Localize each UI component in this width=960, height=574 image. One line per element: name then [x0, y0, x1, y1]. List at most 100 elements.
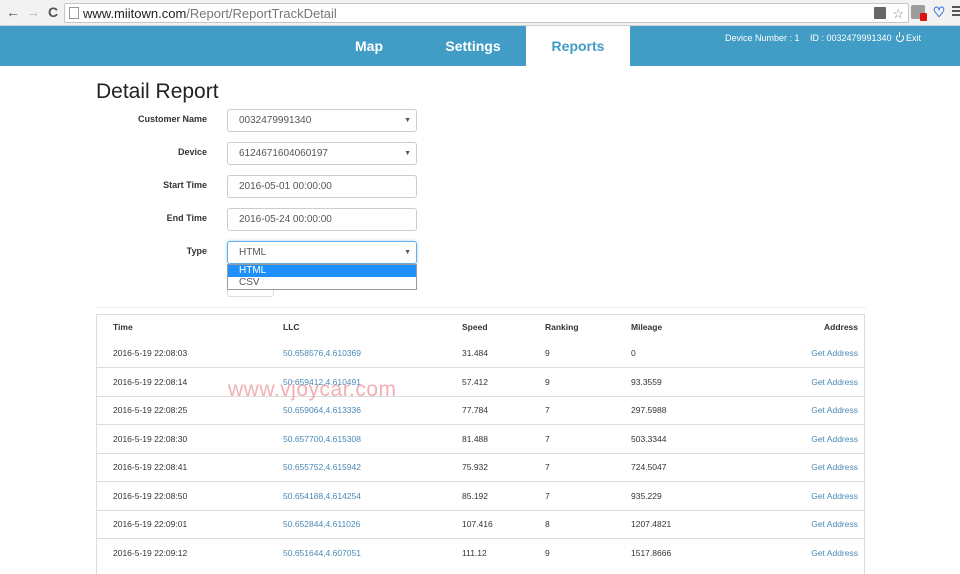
table-cell: 724.5047 [631, 452, 751, 482]
get-address-link[interactable]: Get Address [811, 548, 858, 558]
table-cell: 50.652844,4.611026 [283, 509, 462, 539]
table-cell: 8 [545, 509, 631, 539]
cell-ranking: 9 [545, 548, 550, 558]
get-address-link[interactable]: Get Address [811, 491, 858, 501]
cell-mileage: 503.3344 [631, 433, 667, 444]
llc-link[interactable]: 50.657700,4.615308 [283, 434, 361, 444]
url-text[interactable]: www.miitown.com/Report/ReportTrackDetail [83, 6, 337, 21]
get-address-link[interactable]: Get Address [811, 434, 858, 444]
exit-button[interactable]: Exit [896, 32, 921, 43]
column-header-ranking[interactable]: Ranking [545, 315, 631, 339]
extension-icon[interactable] [911, 5, 927, 21]
table-cell: 50.658576,4.610369 [283, 339, 462, 368]
table-cell: Get Address [751, 367, 864, 396]
column-header-llc[interactable]: LLC [283, 315, 462, 339]
report-table-container: Time LLC Speed Ranking Mileage Address 2… [96, 314, 865, 574]
table-cell: 85.192 [462, 481, 545, 510]
table-cell: 503.3344 [631, 424, 751, 453]
table-cell: 81.488 [462, 424, 545, 453]
device-number: Device Number : 1 [725, 33, 800, 43]
column-header-mileage[interactable]: Mileage [631, 315, 751, 339]
device-label: Device [177, 147, 207, 157]
column-header-speed[interactable]: Speed [462, 315, 545, 339]
table-cell: 50.654188,4.614254 [283, 481, 462, 510]
cell-mileage: 1517.8666 [631, 548, 672, 558]
cell-time: 2016-5-19 22:08:30 [113, 433, 188, 444]
device-id: ID : 0032479991340 [810, 33, 892, 43]
table-cell: Get Address [751, 481, 864, 510]
llc-link[interactable]: 50.658576,4.610369 [283, 348, 361, 358]
table-cell: Get Address [751, 452, 864, 482]
cell-speed: 31.484 [462, 348, 488, 358]
table-cell: 2016-5-19 22:08:03 [97, 339, 283, 368]
cell-ranking: 8 [545, 519, 550, 530]
cell-mileage: 297.5988 [631, 405, 667, 416]
start-time-label: Start Time [163, 180, 207, 190]
reload-icon[interactable]: C [45, 4, 61, 20]
address-bar[interactable]: www.miitown.com/Report/ReportTrackDetail… [64, 3, 909, 23]
table-cell: 2016-5-19 22:08:14 [97, 367, 283, 396]
tab-reports[interactable]: Reports [526, 26, 630, 66]
star-icon[interactable]: ☆ [892, 6, 904, 22]
type-select[interactable]: HTML ▼ [227, 241, 417, 264]
chevron-down-icon: ▼ [404, 117, 411, 124]
table-row: 2016-5-19 22:08:03 50.658576,4.610369 31.4… [97, 339, 864, 368]
type-option-html[interactable]: HTML [228, 265, 416, 277]
table-cell: 7 [545, 424, 631, 453]
get-address-link[interactable]: Get Address [811, 348, 858, 358]
table-cell: 1207.4821 [631, 509, 751, 539]
shield-extension-icon[interactable]: ♡ [932, 5, 946, 19]
get-address-link[interactable]: Get Address [811, 405, 858, 415]
cell-time: 2016-5-19 22:08:03 [113, 348, 188, 358]
column-header-address[interactable]: Address [751, 315, 864, 339]
chevron-down-icon: ▼ [404, 249, 411, 256]
column-header-time[interactable]: Time [97, 315, 283, 339]
get-address-link[interactable]: Get Address [811, 462, 858, 472]
llc-link[interactable]: 50.659412,4.610491 [283, 377, 361, 387]
forward-arrow-icon[interactable]: → [25, 4, 41, 20]
cell-ranking: 9 [545, 376, 550, 387]
app-header: Map Settings Reports Device Number : 1 I… [0, 26, 960, 66]
table-cell: 50.659064,4.613336 [283, 395, 462, 425]
end-time-input[interactable]: 2016-05-24 00:00:00 [227, 208, 417, 231]
cell-time: 2016-5-19 22:09:01 [113, 519, 188, 530]
customer-name-select[interactable]: 0032479991340 ▼ [227, 109, 417, 132]
cell-speed: 57.412 [462, 376, 488, 387]
tab-map[interactable]: Map [330, 26, 408, 66]
llc-link[interactable]: 50.654188,4.614254 [283, 491, 361, 501]
url-host: www.miitown.com [83, 6, 187, 21]
table-cell: 57.412 [462, 367, 545, 396]
table-cell: 2016-5-19 22:08:50 [97, 481, 283, 510]
divider [96, 307, 866, 308]
cell-time: 2016-5-19 22:08:41 [113, 462, 188, 473]
translate-icon[interactable] [874, 7, 886, 19]
table-cell: Get Address [751, 395, 864, 425]
start-time-input[interactable]: 2016-05-01 00:00:00 [227, 175, 417, 198]
menu-icon[interactable] [952, 6, 960, 16]
table-cell: 77.784 [462, 395, 545, 425]
table-cell: 75.932 [462, 452, 545, 482]
customer-name-value: 0032479991340 [239, 115, 312, 126]
back-arrow-icon[interactable]: ← [5, 4, 21, 20]
table-cell: 50.655752,4.615942 [283, 452, 462, 482]
llc-link[interactable]: 50.652844,4.611026 [283, 519, 360, 529]
cell-mileage: 0 [631, 348, 636, 358]
browser-toolbar: ← → C www.miitown.com/Report/ReportTrack… [0, 0, 960, 26]
table-cell: 935.229 [631, 481, 751, 510]
get-address-link[interactable]: Get Address [811, 377, 858, 387]
llc-link[interactable]: 50.655752,4.615942 [283, 462, 361, 472]
table-cell: 50.659412,4.610491 [283, 367, 462, 396]
device-select[interactable]: 6124671604060197 ▼ [227, 142, 417, 165]
cell-ranking: 9 [545, 348, 550, 358]
start-time-value: 2016-05-01 00:00:00 [239, 181, 332, 192]
llc-link[interactable]: 50.659064,4.613336 [283, 405, 361, 415]
table-cell: 2016-5-19 22:08:30 [97, 424, 283, 453]
cell-speed: 75.932 [462, 462, 488, 473]
table-row: 2016-5-19 22:08:25 50.659064,4.613336 77.7… [97, 395, 864, 425]
cell-time: 2016-5-19 22:09:12 [113, 548, 188, 558]
type-option-csv[interactable]: CSV [228, 277, 416, 289]
tab-settings[interactable]: Settings [422, 26, 524, 66]
page-title: Detail Report [96, 80, 219, 103]
llc-link[interactable]: 50.651644,4.607051 [283, 548, 361, 558]
get-address-link[interactable]: Get Address [811, 519, 858, 529]
